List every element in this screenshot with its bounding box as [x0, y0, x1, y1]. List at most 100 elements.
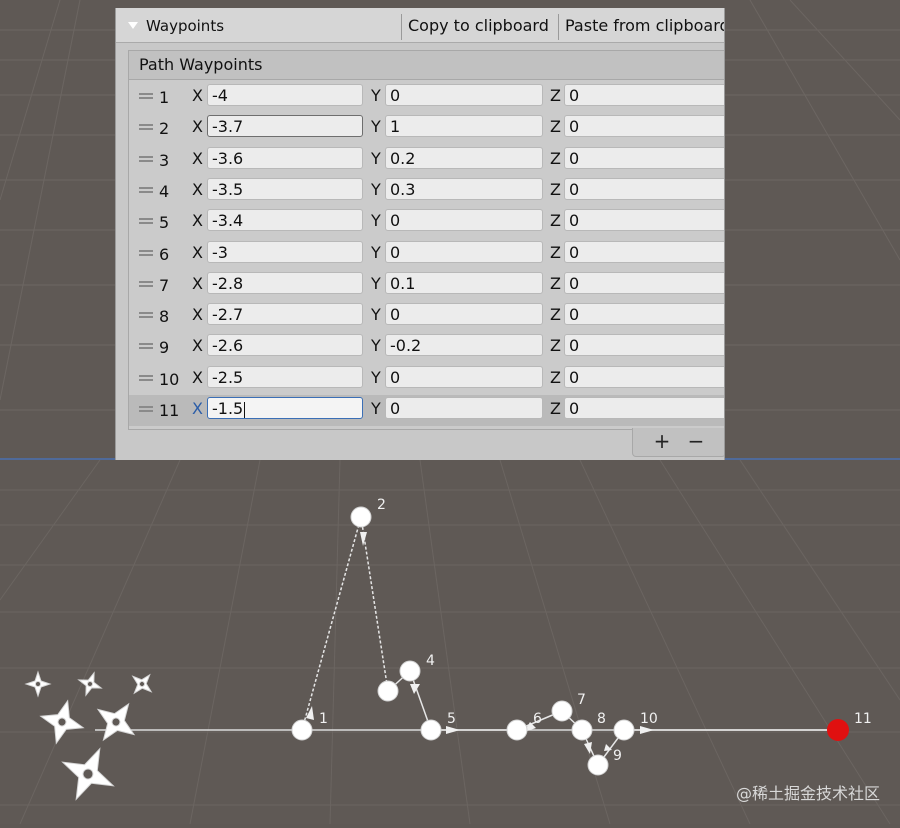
waypoint-8-marker — [571, 719, 593, 741]
add-waypoint-button[interactable]: + — [647, 428, 677, 456]
waypoint-index: 2 — [159, 119, 170, 139]
shuriken-icon — [24, 670, 52, 698]
waypoint-x-field[interactable]: -3.7 — [207, 115, 363, 138]
waypoint-y-field[interactable]: 0 — [385, 303, 543, 326]
waypoint-y-field[interactable]: 0 — [385, 397, 543, 419]
waypoint-row[interactable]: 11 X -1.5 Y 0 Z 0 — [129, 395, 724, 426]
waypoint-label-11: 11 — [854, 711, 872, 727]
waypoint-y-field[interactable]: 0.2 — [385, 146, 543, 169]
waypoint-y-value: 0.3 — [390, 179, 416, 199]
axis-label-x: X — [192, 399, 203, 418]
waypoint-z-value: 0 — [569, 242, 580, 262]
drag-handle-icon[interactable] — [139, 155, 153, 162]
drag-handle-icon[interactable] — [139, 280, 153, 287]
paste-from-clipboard-button[interactable]: Paste from clipboard — [565, 8, 724, 42]
waypoint-y-value: 0 — [390, 242, 401, 262]
drag-handle-icon[interactable] — [139, 186, 153, 193]
axis-label-x: X — [192, 367, 203, 387]
waypoint-path — [301, 516, 838, 766]
waypoint-z-value: 0 — [569, 148, 580, 168]
waypoint-label-4: 4 — [426, 653, 435, 669]
waypoint-y-field[interactable]: -0.2 — [385, 334, 543, 357]
waypoint-label-5: 5 — [447, 711, 456, 727]
waypoint-y-field[interactable]: 0 — [385, 209, 543, 232]
waypoint-row[interactable]: 5 X -3.4 Y 0 Z 0 — [129, 207, 724, 238]
waypoints-inspector: Waypoints Copy to clipboard Paste from c… — [115, 8, 725, 460]
axis-label-z: Z — [550, 117, 561, 137]
waypoint-z-field[interactable]: 0 — [564, 365, 724, 388]
waypoint-z-field[interactable]: 0 — [564, 146, 724, 169]
drag-handle-icon[interactable] — [139, 124, 153, 131]
waypoint-z-field[interactable]: 0 — [564, 397, 724, 419]
waypoint-y-value: 0.1 — [390, 273, 416, 293]
waypoint-row[interactable]: 2 X -3.7 Y 1 Z 0 — [129, 113, 724, 144]
drag-handle-icon[interactable] — [139, 218, 153, 225]
waypoint-z-field[interactable]: 0 — [564, 84, 724, 106]
waypoint-x-field[interactable]: -4 — [207, 84, 363, 106]
waypoint-7-marker — [551, 700, 573, 722]
waypoint-x-field[interactable]: -2.6 — [207, 334, 363, 357]
waypoint-y-field[interactable]: 0 — [385, 240, 543, 263]
waypoint-z-value: 0 — [569, 86, 580, 105]
waypoint-y-field[interactable]: 0.3 — [385, 177, 543, 200]
waypoint-x-field[interactable]: -2.7 — [207, 303, 363, 326]
waypoint-z-field[interactable]: 0 — [564, 177, 724, 200]
waypoint-index: 3 — [159, 150, 170, 170]
waypoints-foldout-label[interactable]: Waypoints — [146, 8, 396, 42]
scene-view-bottom[interactable]: 1 2 4 5 6 7 8 9 10 11 — [0, 459, 900, 825]
axis-label-z: Z — [550, 399, 561, 418]
waypoint-z-field[interactable]: 0 — [564, 271, 724, 294]
remove-waypoint-button[interactable]: − — [681, 428, 711, 456]
waypoint-row[interactable]: 7 X -2.8 Y 0.1 Z 0 — [129, 270, 724, 301]
waypoint-x-field[interactable]: -3 — [207, 240, 363, 263]
waypoint-row[interactable]: 10 X -2.5 Y 0 Z 0 — [129, 364, 724, 395]
drag-handle-icon[interactable] — [139, 93, 153, 99]
waypoint-z-field[interactable]: 0 — [564, 240, 724, 263]
waypoint-y-field[interactable]: 0.1 — [385, 271, 543, 294]
copy-to-clipboard-button[interactable]: Copy to clipboard — [408, 8, 556, 42]
waypoint-z-field[interactable]: 0 — [564, 115, 724, 138]
drag-handle-icon[interactable] — [139, 343, 153, 350]
waypoint-x-field[interactable]: -3.5 — [207, 177, 363, 200]
waypoint-z-value: 0 — [569, 273, 580, 293]
waypoint-index: 1 — [159, 88, 170, 107]
waypoint-label-10: 10 — [640, 711, 658, 727]
waypoint-x-field[interactable]: -2.8 — [207, 271, 363, 294]
drag-handle-icon[interactable] — [139, 374, 153, 381]
waypoint-label-8: 8 — [597, 711, 606, 727]
waypoint-x-field[interactable]: -3.6 — [207, 146, 363, 169]
waypoint-z-field[interactable]: 0 — [564, 209, 724, 232]
drag-handle-icon[interactable] — [139, 312, 153, 319]
waypoint-row[interactable]: 8 X -2.7 Y 0 Z 0 — [129, 301, 724, 332]
waypoint-y-value: 0 — [390, 305, 401, 325]
axis-label-z: Z — [550, 86, 561, 105]
waypoint-index: 4 — [159, 181, 170, 201]
drag-handle-icon[interactable] — [139, 406, 153, 412]
waypoint-z-value: 0 — [569, 305, 580, 325]
header-divider — [401, 14, 402, 40]
waypoint-x-field[interactable]: -2.5 — [207, 365, 363, 388]
waypoint-row[interactable]: 6 X -3 Y 0 Z 0 — [129, 239, 724, 270]
waypoint-row[interactable]: 4 X -3.5 Y 0.3 Z 0 — [129, 176, 724, 207]
waypoint-y-field[interactable]: 0 — [385, 365, 543, 388]
waypoint-y-field[interactable]: 1 — [385, 115, 543, 138]
foldout-arrow-icon[interactable] — [128, 22, 138, 29]
axis-label-x: X — [192, 211, 203, 231]
waypoint-z-field[interactable]: 0 — [564, 334, 724, 357]
waypoint-row[interactable]: 9 X -2.6 Y -0.2 Z 0 — [129, 332, 724, 363]
waypoint-z-value: 0 — [569, 336, 580, 356]
shuriken-icon — [131, 673, 153, 695]
waypoint-x-field[interactable]: -3.4 — [207, 209, 363, 232]
drag-handle-icon[interactable] — [139, 249, 153, 256]
waypoint-row[interactable]: 1 X -4 Y 0 Z 0 — [129, 82, 724, 113]
axis-label-x: X — [192, 148, 203, 168]
waypoint-x-field[interactable]: -1.5 — [207, 397, 363, 419]
waypoint-y-field[interactable]: 0 — [385, 84, 543, 106]
waypoint-y-value: 0 — [390, 86, 401, 105]
waypoint-row[interactable]: 3 X -3.6 Y 0.2 Z 0 — [129, 145, 724, 176]
axis-label-y: Y — [371, 273, 381, 293]
waypoint-4-marker — [399, 660, 421, 682]
waypoint-x-value: -3 — [212, 242, 228, 262]
waypoint-z-field[interactable]: 0 — [564, 303, 724, 326]
shuriken-icon — [77, 671, 103, 697]
